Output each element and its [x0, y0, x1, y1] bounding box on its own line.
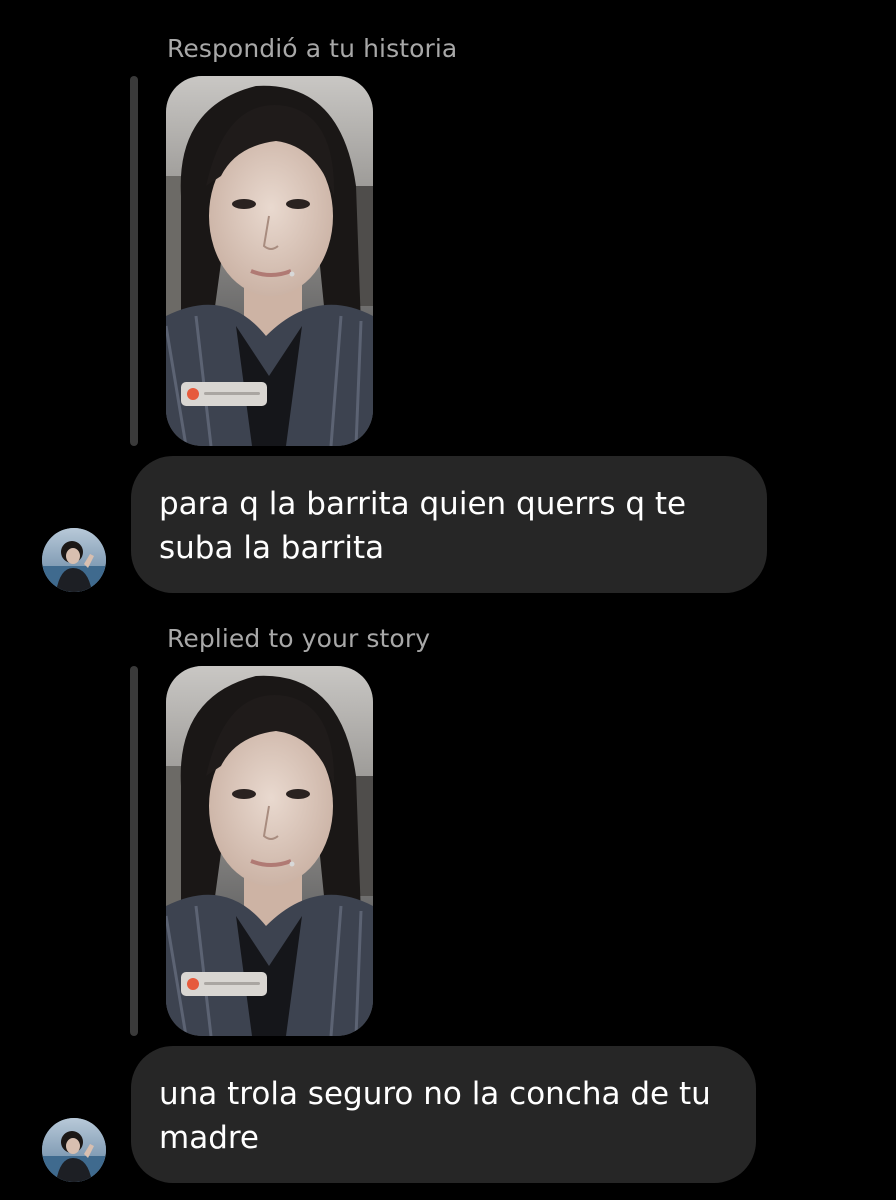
message-bubble[interactable]: una trola seguro no la concha de tu madr… [131, 1046, 756, 1183]
story-reply-label: Replied to your story [167, 624, 431, 653]
sender-avatar[interactable] [42, 1118, 106, 1182]
reply-quote-bar [130, 76, 138, 446]
story-reply-label: Respondió a tu historia [167, 34, 458, 63]
story-thumbnail[interactable] [166, 76, 373, 446]
message-text: para q la barrita quien querrs q te suba… [159, 486, 687, 566]
message-text: una trola seguro no la concha de tu madr… [159, 1076, 711, 1156]
profile-avatar-image [42, 1118, 106, 1182]
story-selfie-image [166, 76, 373, 446]
reply-quote-bar [130, 666, 138, 1036]
sender-avatar[interactable] [42, 528, 106, 592]
profile-avatar-image [42, 528, 106, 592]
story-selfie-image [166, 666, 373, 1036]
story-thumbnail[interactable] [166, 666, 373, 1036]
message-bubble[interactable]: para q la barrita quien querrs q te suba… [131, 456, 767, 593]
